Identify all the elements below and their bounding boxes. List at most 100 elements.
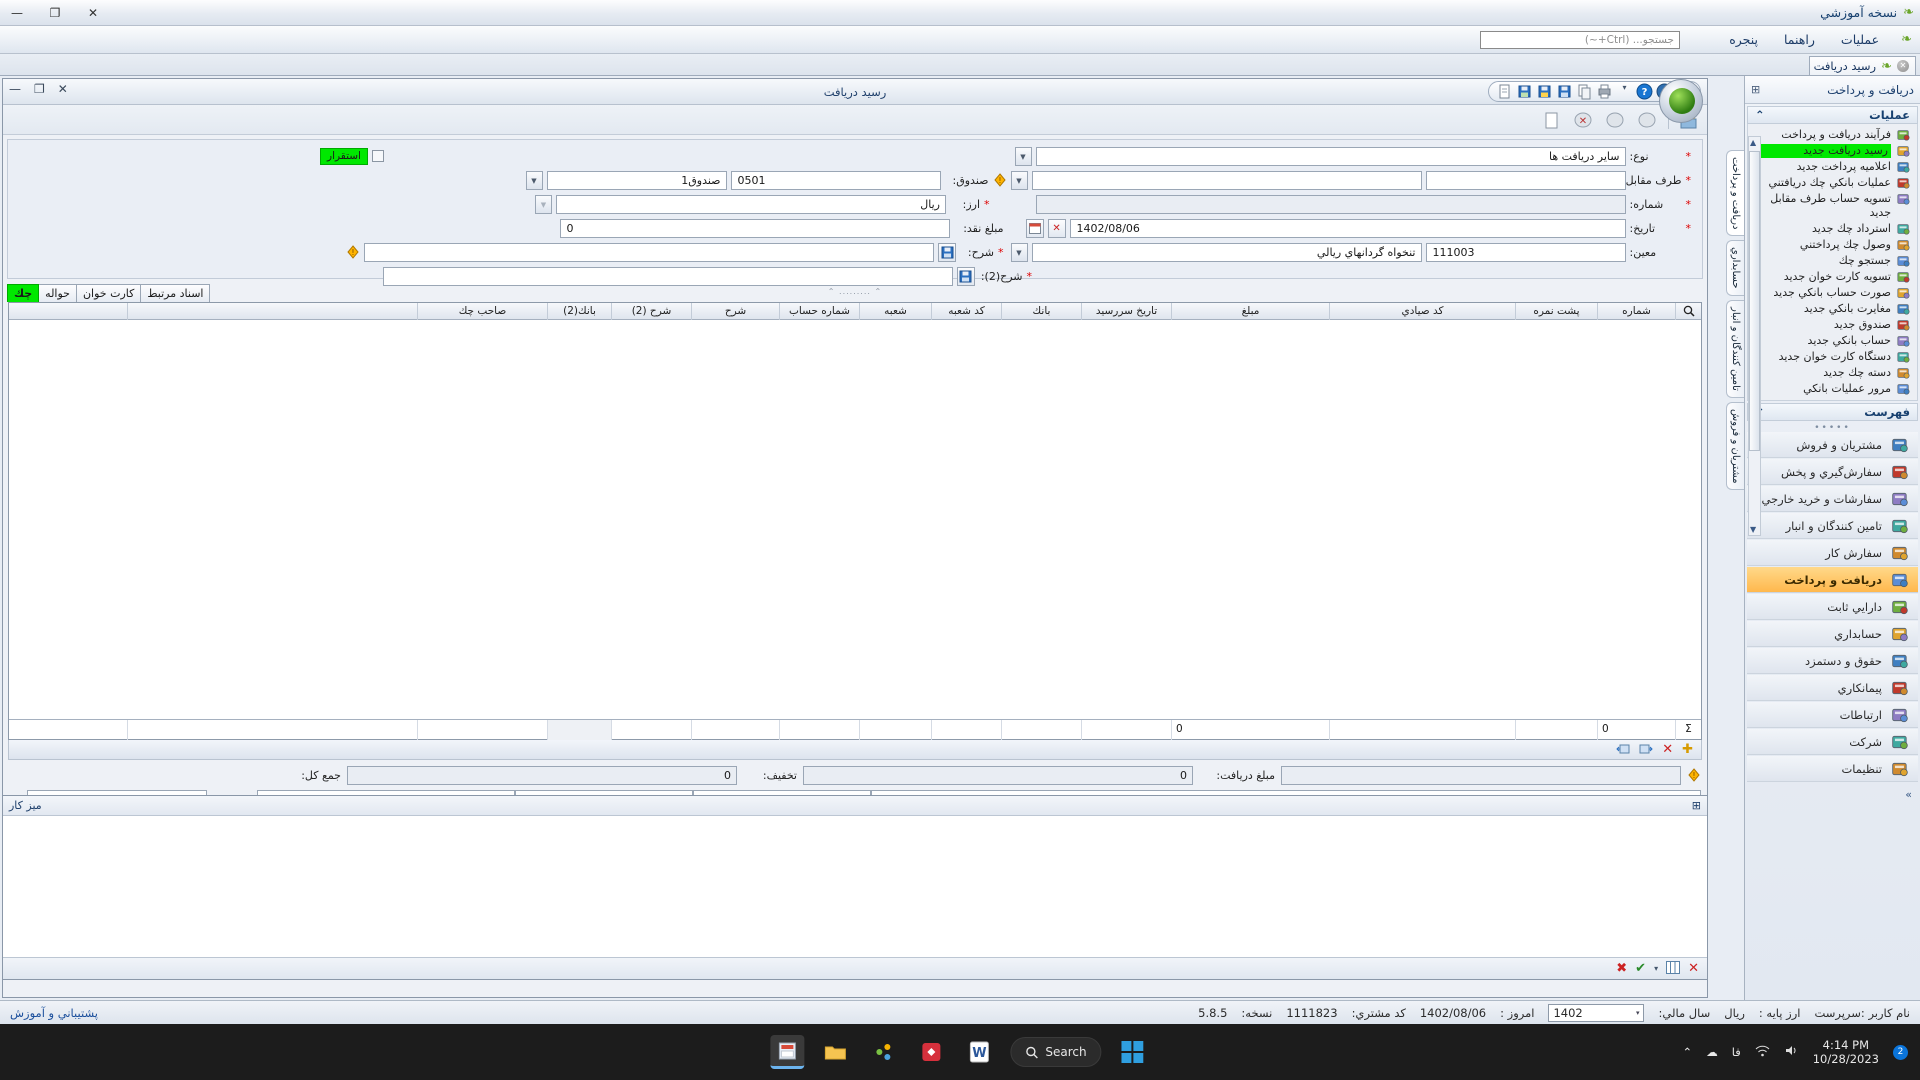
nav-item-15[interactable]: مرور عمليات بانكي [1750, 381, 1915, 397]
start-icon[interactable] [1116, 1035, 1150, 1069]
desc2-save-icon[interactable] [956, 266, 975, 286]
share-icon[interactable] [866, 1035, 900, 1069]
print-settings-icon[interactable] [1604, 110, 1626, 130]
side-tab-0[interactable]: دريافت و پرداخت [1726, 150, 1744, 237]
taskbar-clock[interactable]: 4:14 PM 10/28/2023 [1813, 1038, 1879, 1066]
desc2-input[interactable] [382, 266, 953, 286]
side-tab-3[interactable]: مشتريان و فروش [1726, 401, 1744, 491]
list-group-header[interactable]: فهرست ⌃ [1747, 403, 1918, 421]
receipt-restore-button[interactable]: ❐ [34, 82, 45, 96]
module-item-8[interactable]: حقوق و دستمزد [1747, 648, 1918, 674]
desk-cancel-icon[interactable]: ✖ [1616, 961, 1627, 976]
grand-total-input[interactable]: 0 [347, 765, 737, 785]
nav-item-4[interactable]: تسويه حساب طرف مقابل جديد [1750, 191, 1915, 221]
dock-expand-icon[interactable]: » [1905, 788, 1912, 801]
drag-dots[interactable]: ••••• [1745, 423, 1920, 433]
copy-icon[interactable] [1576, 83, 1593, 100]
estqrar-button[interactable]: استقرار [320, 147, 368, 165]
scroll-down-icon[interactable]: ▼ [1750, 525, 1756, 534]
module-item-2[interactable]: سفارشات و خريد خارجي [1747, 486, 1918, 512]
cashbox-code-input[interactable]: 0501 [730, 170, 941, 190]
tray-language[interactable]: فا [1732, 1045, 1741, 1059]
notification-badge[interactable]: 2 [1893, 1044, 1908, 1060]
desc-save-icon[interactable] [938, 242, 956, 262]
tray-cloud-icon[interactable]: ☁ [1706, 1045, 1718, 1059]
desk-grid-icon[interactable] [1666, 960, 1681, 977]
print-preview-icon[interactable] [1636, 110, 1658, 130]
save-new-icon[interactable] [1536, 83, 1553, 100]
module-item-9[interactable]: پيمانكاري [1747, 675, 1918, 701]
word-icon[interactable]: W [962, 1035, 996, 1069]
grid-column-header-10[interactable]: شرح [691, 302, 779, 320]
nav-item-9[interactable]: صورت حساب بانكي جديد [1750, 285, 1915, 301]
menu-item-window[interactable]: پنجره [1725, 30, 1762, 49]
delete-print-icon[interactable]: ✕ [1572, 110, 1594, 130]
minimize-window-button[interactable]: — [8, 6, 26, 20]
type-input[interactable]: ساير دريافت ها [1035, 146, 1626, 166]
scroll-up-icon[interactable]: ▲ [1750, 138, 1756, 147]
cash-amount-input[interactable]: 0 [559, 218, 950, 238]
menu-item-help[interactable]: راهنما [1780, 30, 1819, 49]
grid-column-header-14[interactable] [127, 302, 417, 320]
module-item-0[interactable]: مشتريان و فروش [1747, 432, 1918, 458]
calendar-icon[interactable] [1025, 218, 1044, 238]
desc-input[interactable] [364, 242, 934, 262]
document-icon[interactable] [1540, 110, 1562, 130]
grid-column-header-5[interactable]: تاريخ سررسيد [1081, 302, 1171, 320]
receipt-minimize-button[interactable]: — [9, 82, 21, 96]
moein-input[interactable]: تنخواه گردانهاي ريالي [1031, 242, 1422, 262]
desk-dropdown-icon[interactable]: ▾ [1654, 964, 1658, 973]
module-item-1[interactable]: سفارش‌گيري و پخش [1747, 459, 1918, 485]
document-tab-receipt[interactable]: ✕ ❧ رسيد دريافت [1808, 56, 1916, 75]
nav-item-11[interactable]: صندوق جديد [1750, 317, 1915, 333]
module-item-4[interactable]: سفارش كار [1747, 540, 1918, 566]
module-item-10[interactable]: ارتباطات [1747, 702, 1918, 728]
receipt-close-button[interactable]: ✕ [58, 82, 68, 96]
moein-code-input[interactable]: 111003 [1425, 242, 1626, 262]
grid-column-header-1[interactable]: شماره [1597, 302, 1675, 320]
grid-body[interactable] [9, 320, 1701, 720]
cheque-grid[interactable]: شماره پشت نمره كد صيادي مبلغ تاريخ سررسيد بان… [8, 302, 1702, 740]
explorer-icon[interactable] [818, 1035, 852, 1069]
nav-item-1[interactable]: رسيد دريافت جديد [1750, 143, 1915, 159]
desk-confirm-icon[interactable]: ✔ [1635, 961, 1646, 976]
grid-column-header-3[interactable]: كد صيادي [1329, 302, 1515, 320]
print-caret-icon[interactable]: ▾ [1616, 83, 1633, 100]
grid-column-header-8[interactable]: شعبه [859, 302, 931, 320]
moein-dropdown-icon[interactable]: ▼ [1010, 242, 1028, 262]
nav-item-13[interactable]: دستگاه كارت خوان جديد [1750, 349, 1915, 365]
grid-column-header-7[interactable]: كد شعبه [931, 302, 1001, 320]
operations-group-header[interactable]: عمليات ⌃ [1747, 106, 1918, 124]
counterparty-code-input[interactable] [1425, 170, 1626, 190]
cashbox-dropdown-icon[interactable]: ▼ [525, 170, 543, 190]
nav-item-6[interactable]: وصول چك پرداختني [1750, 237, 1915, 253]
counterparty-dropdown-icon[interactable]: ▼ [1010, 170, 1028, 190]
taskbar-search[interactable]: Search [1010, 1037, 1102, 1067]
nav-item-10[interactable]: مغايرت بانكي جديد [1750, 301, 1915, 317]
nav-item-5[interactable]: استرداد چك جديد [1750, 221, 1915, 237]
nav-item-8[interactable]: تسويه كارت خوان جديد [1750, 269, 1915, 285]
side-tab-2[interactable]: تامين كنندگان و انبار [1726, 300, 1744, 398]
currency-input[interactable]: ريال [556, 194, 946, 214]
menu-item-operations[interactable]: عمليات [1837, 30, 1883, 49]
grid-column-header-9[interactable]: شماره حساب [779, 302, 859, 320]
import-rows-icon[interactable] [1639, 742, 1653, 758]
module-item-3[interactable]: تامين كنندگان و انبار [1747, 513, 1918, 539]
nav-item-3[interactable]: عمليات بانكي چك دريافتني [1750, 175, 1915, 191]
nav-item-14[interactable]: دسته چك جديد [1750, 365, 1915, 381]
grid-column-header-13[interactable]: صاحب چك [417, 302, 547, 320]
scrollbar-thumb[interactable] [1749, 151, 1760, 451]
nav-item-7[interactable]: جستجو چك [1750, 253, 1915, 269]
fiscal-year-select[interactable]: ▾ 1402 [1548, 1003, 1645, 1022]
date-input[interactable]: 1402/08/06 [1069, 218, 1626, 238]
save-icon[interactable] [1556, 83, 1573, 100]
nav-item-0[interactable]: فرآيند دريافت و پرداخت [1750, 127, 1915, 143]
currency-dropdown-icon[interactable]: ▼ [535, 194, 552, 214]
grid-column-header-4[interactable]: مبلغ [1171, 302, 1329, 320]
pdf-icon[interactable] [914, 1035, 948, 1069]
collapse-chevron-icon[interactable]: ⌃ [1755, 108, 1765, 122]
grid-column-header-11[interactable]: شرح (2) [611, 302, 691, 320]
received-amount-input[interactable] [1281, 765, 1681, 785]
global-search-input[interactable]: جستجو... (Ctrl+~) [1480, 30, 1680, 49]
new-document-icon[interactable] [1496, 83, 1513, 100]
